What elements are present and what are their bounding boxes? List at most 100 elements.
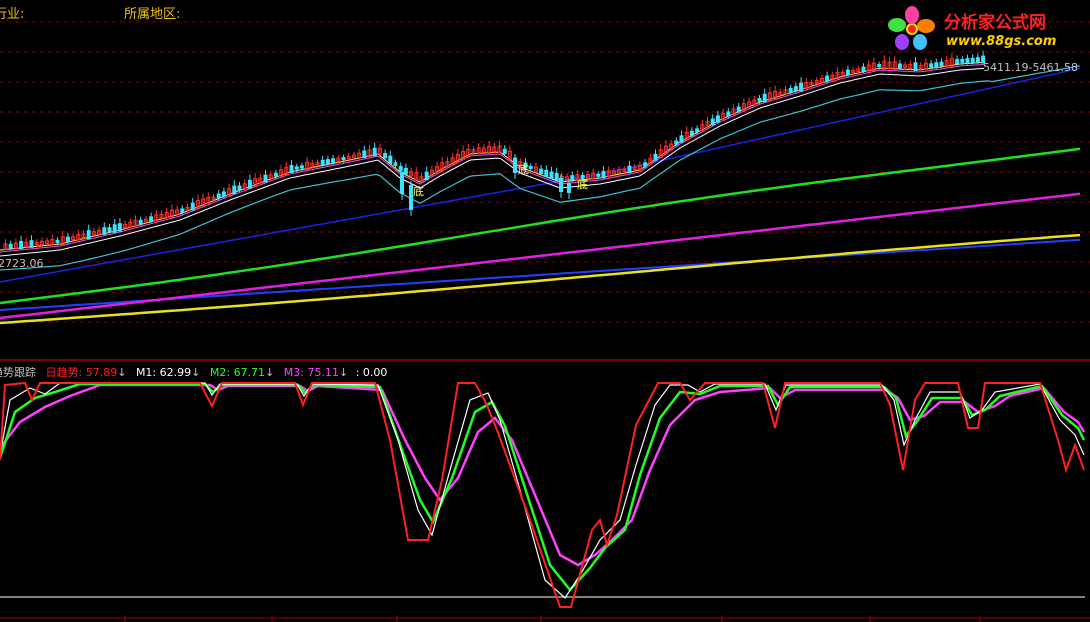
candle-body [403, 167, 408, 175]
down-arrow-icon: ↓ [191, 366, 201, 379]
candle-body [861, 66, 866, 72]
candle-body [8, 243, 13, 249]
legend-m1: M1: 62.99↓ [136, 366, 204, 379]
candle-body [216, 193, 221, 199]
candle-body [825, 75, 830, 82]
candle-body [289, 165, 294, 173]
bottom-marker-3: 底 [577, 178, 588, 191]
candle-body [970, 57, 975, 63]
candle-body [757, 97, 762, 102]
ma-yellow-line [0, 233, 1081, 325]
candle-body [325, 159, 330, 165]
candle-body [393, 162, 398, 166]
indicator-name: 趋势跟踪 [0, 366, 36, 379]
legend-value: 62.99 [159, 366, 192, 379]
legend-m3: M3: 75.11↓ [284, 366, 352, 379]
candle-body [960, 59, 965, 63]
candle-body [596, 173, 601, 177]
candle-body [965, 58, 970, 64]
candle-body [400, 172, 404, 194]
candle-body [65, 236, 70, 243]
legend-label: M2: [209, 366, 231, 379]
logo-url: www.88gs.com [946, 34, 1057, 49]
candle-body [544, 169, 549, 177]
candle-body [320, 159, 325, 166]
legend-m2: M2: 67.71↓ [210, 366, 278, 379]
candle-body [559, 178, 563, 192]
candle-body [362, 150, 367, 159]
candle-body [331, 158, 336, 164]
candle-body [934, 62, 939, 68]
price-range-label: 5411.19-5461.58 [983, 61, 1078, 74]
candle-body [86, 230, 91, 240]
candle-body [180, 208, 185, 213]
candle-body [149, 216, 154, 222]
candle-body [643, 162, 648, 167]
candle-body [247, 179, 252, 189]
candle-body [424, 171, 429, 181]
candle-body [627, 165, 632, 174]
candle-body [513, 158, 517, 173]
candle-body [388, 155, 393, 164]
candle-body [372, 147, 377, 157]
site-logo: 分析家公式网 www.88gs.com [884, 4, 1084, 54]
candle-body [237, 185, 242, 191]
candle-body [715, 115, 720, 123]
candle-body [502, 148, 507, 155]
candle-body [736, 106, 741, 112]
price-low-label: 2723.06 [0, 257, 44, 270]
bottom-marker-1: 底 [413, 185, 424, 198]
candle-body [929, 63, 934, 68]
ma-white-line [0, 67, 985, 257]
candle-body [897, 63, 902, 69]
candle-body [528, 165, 533, 170]
candle-body [679, 135, 684, 143]
legend-label: M3: [283, 366, 304, 379]
candle-body [55, 239, 60, 244]
legend-label: 日趋势: [45, 366, 83, 379]
candle-body [549, 171, 554, 179]
indicator-legend: 趋势跟踪 日趋势: 57.89↓ M1: 62.99↓ M2: 67.71↓ M… [0, 364, 387, 380]
candle-body [689, 130, 694, 136]
candle-body [117, 223, 122, 232]
bottom-marker-2: 底 [518, 163, 529, 176]
candle-body [263, 174, 268, 183]
candle-body [107, 227, 112, 233]
legend-value: 75.11 [307, 366, 339, 379]
candle-body [788, 88, 793, 93]
chart-canvas[interactable] [0, 0, 1090, 622]
candle-body [539, 168, 544, 175]
candle-body [383, 153, 388, 159]
candle-body [112, 224, 117, 233]
candle-body [29, 240, 34, 248]
candle-body [570, 175, 575, 181]
ma-cyan-line [0, 65, 1081, 271]
candle-body [799, 82, 804, 92]
candle-body [762, 93, 767, 103]
candle-body [674, 140, 679, 145]
candle-body [554, 172, 559, 182]
legend-extra: : 0.00 [355, 366, 388, 379]
moving-average-lines [0, 61, 1081, 325]
grid-lines [0, 21, 1090, 622]
flower-icon [888, 6, 935, 50]
candle-body [975, 57, 980, 63]
candle-body [232, 185, 237, 195]
candle-body [19, 240, 24, 250]
legend-value: 57.89 [85, 366, 118, 379]
candle-body [138, 219, 143, 225]
down-arrow-icon: ↓ [338, 366, 349, 379]
candle-body [710, 118, 715, 126]
candle-body [793, 86, 798, 92]
candle-body [102, 227, 107, 235]
candle-body [294, 166, 299, 170]
candle-body [299, 165, 304, 169]
candle-body [913, 62, 918, 72]
candle-body [726, 111, 731, 117]
candle-body [601, 170, 606, 179]
candle-body [273, 172, 278, 177]
legend-daily-trend: 日趋势: 57.89↓ [46, 366, 130, 379]
logo-title: 分析家公式网 [944, 13, 1046, 33]
indicator-lines [0, 381, 1086, 608]
candle-body [567, 183, 571, 193]
